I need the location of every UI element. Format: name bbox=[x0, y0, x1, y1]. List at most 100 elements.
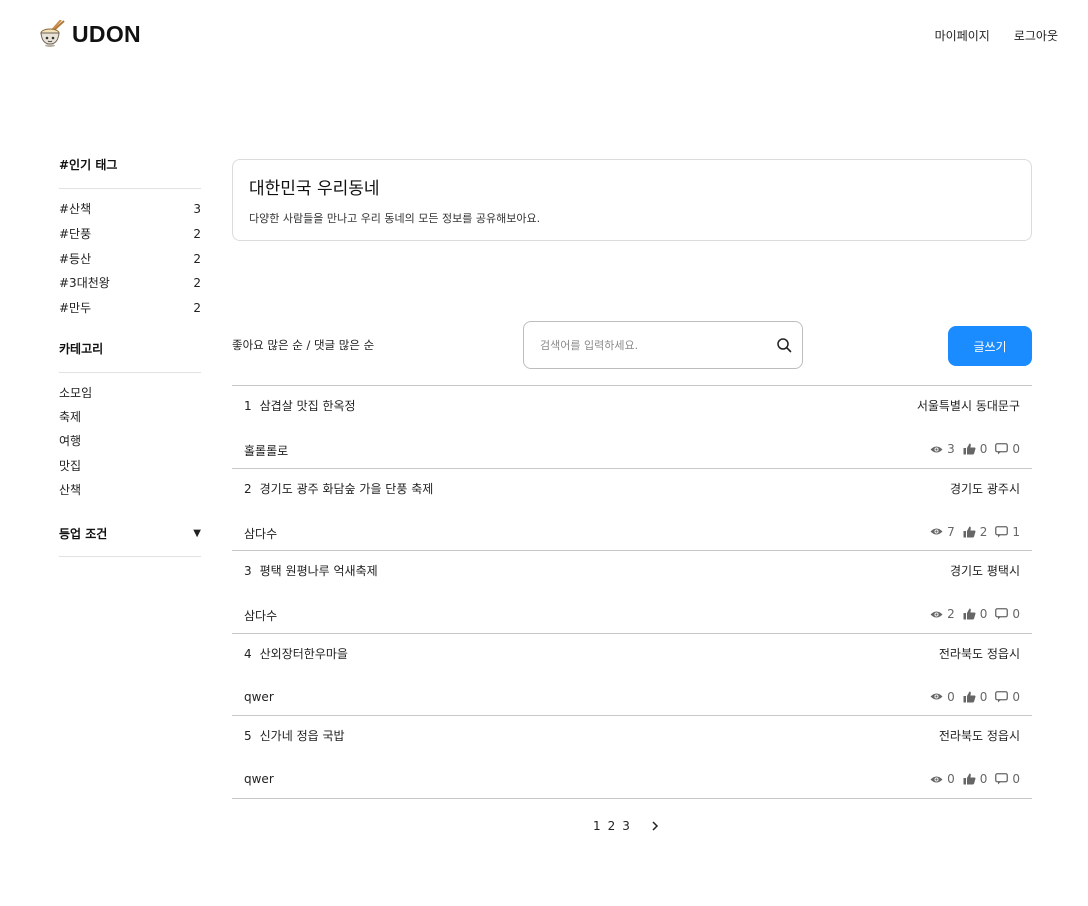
post-title: 신가네 정읍 국밥 bbox=[259, 729, 345, 744]
thumbs-up-icon bbox=[963, 691, 976, 703]
post-author: qwer bbox=[244, 772, 274, 787]
post-author: 삼다수 bbox=[244, 609, 278, 624]
comment-count: 1 bbox=[1012, 524, 1020, 539]
tag-count: 2 bbox=[193, 276, 201, 291]
comment-icon bbox=[995, 608, 1009, 620]
post-location: 경기도 광주시 bbox=[949, 481, 1020, 496]
category-title: 카테고리 bbox=[59, 341, 104, 356]
tag-count: 2 bbox=[193, 251, 201, 266]
post-row[interactable]: 3 평택 원평나루 억새축제 경기도 평택시 삼다수 2 0 0 bbox=[232, 551, 1032, 634]
like-count: 0 bbox=[979, 689, 988, 704]
grade-conditions-toggle[interactable]: 등업 조건 ▼ bbox=[59, 524, 201, 544]
post-list: 1 삼겹살 맛집 한옥정 서울특별시 동대문구 홀롤롤로 3 0 0 2 경기도 광… bbox=[232, 385, 1032, 799]
page-1-link[interactable]: 1 bbox=[593, 819, 601, 833]
popular-tags-list: #산책 3 #단풍 2 #등산 2 #3대천왕 2 #만두 2 bbox=[59, 197, 201, 321]
post-title-wrap[interactable]: 5 신가네 정읍 국밥 bbox=[244, 727, 345, 744]
tag-item[interactable]: #만두 2 bbox=[59, 296, 201, 321]
post-number: 1 bbox=[244, 399, 252, 413]
udon-bowl-icon bbox=[40, 20, 65, 47]
category-item[interactable]: 소모임 bbox=[59, 381, 201, 405]
post-row[interactable]: 2 경기도 광주 화담숲 가을 단풍 축제 경기도 광주시 삼다수 7 2 1 bbox=[232, 469, 1032, 552]
tag-count: 2 bbox=[193, 226, 201, 241]
divider bbox=[59, 371, 201, 373]
like-count: 0 bbox=[979, 607, 988, 622]
chevron-right-icon[interactable] bbox=[651, 821, 659, 831]
like-count: 2 bbox=[979, 524, 988, 539]
write-post-button[interactable]: 글쓰기 bbox=[948, 326, 1032, 366]
post-author: qwer bbox=[244, 689, 274, 704]
category-item[interactable]: 산책 bbox=[59, 478, 201, 502]
caret-down-icon: ▼ bbox=[193, 528, 201, 540]
post-title-wrap[interactable]: 3 평택 원평나루 억새축제 bbox=[244, 562, 378, 579]
tag-item[interactable]: #산책 3 bbox=[59, 197, 201, 222]
post-location: 서울특별시 동대문구 bbox=[916, 399, 1020, 413]
pagination: 1 2 3 bbox=[593, 819, 659, 833]
category-item[interactable]: 맛집 bbox=[59, 454, 201, 478]
search-input[interactable] bbox=[540, 322, 760, 368]
mypage-link[interactable]: 마이페이지 bbox=[935, 27, 990, 44]
category-item[interactable]: 여행 bbox=[59, 429, 201, 453]
search-box bbox=[523, 321, 803, 369]
tag-item[interactable]: #단풍 2 bbox=[59, 222, 201, 247]
post-title-wrap[interactable]: 1 삼겹살 맛집 한옥정 bbox=[244, 397, 356, 414]
banner-description: 다양한 사람들을 만나고 우리 동네의 모든 정보를 공유해보아요. bbox=[249, 212, 541, 225]
popular-tags-title: #인기 태그 bbox=[59, 158, 118, 172]
post-stats: 3 0 0 bbox=[922, 442, 1020, 456]
top-nav: 마이페이지 로그아웃 bbox=[935, 27, 1058, 44]
view-count: 0 bbox=[947, 689, 955, 704]
tag-name: #등산 bbox=[59, 251, 92, 266]
view-count: 0 bbox=[947, 772, 955, 787]
post-stats: 0 0 0 bbox=[922, 772, 1020, 786]
search-icon[interactable] bbox=[776, 337, 792, 353]
view-count: 3 bbox=[947, 442, 955, 456]
page-2-link[interactable]: 2 bbox=[608, 819, 616, 833]
sort-options[interactable]: 좋아요 많은 순 / 댓글 많은 순 bbox=[232, 337, 374, 353]
category-item[interactable]: 축제 bbox=[59, 405, 201, 429]
post-stats: 7 2 1 bbox=[922, 525, 1020, 539]
banner-title: 대한민국 우리동네 bbox=[249, 179, 380, 199]
post-title: 삼겹살 맛집 한옥정 bbox=[259, 399, 356, 413]
comment-icon bbox=[995, 443, 1009, 455]
sidebar: #인기 태그 #산책 3 #단풍 2 #등산 2 #3대천왕 2 #만두 2 카… bbox=[59, 155, 201, 557]
post-title: 산외장터한우마을 bbox=[259, 646, 348, 661]
view-count: 7 bbox=[947, 524, 955, 539]
page-3-link[interactable]: 3 bbox=[622, 819, 630, 833]
post-title: 경기도 광주 화담숲 가을 단풍 축제 bbox=[259, 481, 434, 496]
logout-link[interactable]: 로그아웃 bbox=[1014, 27, 1058, 44]
thumbs-up-icon bbox=[963, 443, 976, 455]
tag-name: #3대천왕 bbox=[59, 276, 110, 291]
tag-item[interactable]: #등산 2 bbox=[59, 247, 201, 272]
like-count: 0 bbox=[979, 442, 988, 456]
thumbs-up-icon bbox=[963, 608, 976, 620]
tag-name: #산책 bbox=[59, 202, 92, 216]
divider bbox=[59, 188, 201, 189]
post-location: 전라북도 정읍시 bbox=[938, 646, 1020, 661]
post-number: 2 bbox=[244, 481, 252, 496]
thumbs-up-icon bbox=[963, 773, 976, 785]
tag-name: #단풍 bbox=[59, 226, 92, 241]
post-title-wrap[interactable]: 4 산외장터한우마을 bbox=[244, 645, 348, 662]
comment-icon bbox=[995, 690, 1009, 703]
post-row[interactable]: 4 산외장터한우마을 전라북도 정읍시 qwer 0 0 0 bbox=[232, 634, 1032, 717]
tag-item[interactable]: #3대천왕 2 bbox=[59, 271, 201, 296]
post-number: 4 bbox=[244, 646, 252, 661]
post-location: 전라북도 정읍시 bbox=[938, 729, 1020, 744]
comment-count: 0 bbox=[1012, 772, 1020, 787]
brand-name: UDON bbox=[72, 20, 141, 47]
thumbs-up-icon bbox=[963, 526, 976, 538]
comment-count: 0 bbox=[1012, 689, 1020, 704]
category-list: 소모임 축제 여행 맛집 산책 bbox=[59, 381, 201, 502]
intro-banner: 대한민국 우리동네 다양한 사람들을 만나고 우리 동네의 모든 정보를 공유해… bbox=[232, 159, 1032, 241]
comment-count: 0 bbox=[1012, 607, 1020, 622]
like-count: 0 bbox=[979, 772, 988, 787]
post-title: 평택 원평나루 억새축제 bbox=[259, 564, 378, 579]
eye-icon bbox=[930, 693, 943, 700]
eye-icon bbox=[930, 528, 943, 535]
eye-icon bbox=[930, 611, 943, 618]
post-row[interactable]: 1 삼겹살 맛집 한옥정 서울특별시 동대문구 홀롤롤로 3 0 0 bbox=[232, 386, 1032, 469]
post-title-wrap[interactable]: 2 경기도 광주 화담숲 가을 단풍 축제 bbox=[244, 480, 433, 497]
logo[interactable]: UDON bbox=[38, 20, 141, 48]
grade-conditions-title: 등업 조건 bbox=[59, 526, 108, 541]
comment-count: 0 bbox=[1012, 442, 1020, 456]
post-row[interactable]: 5 신가네 정읍 국밥 전라북도 정읍시 qwer 0 0 0 bbox=[232, 716, 1032, 799]
